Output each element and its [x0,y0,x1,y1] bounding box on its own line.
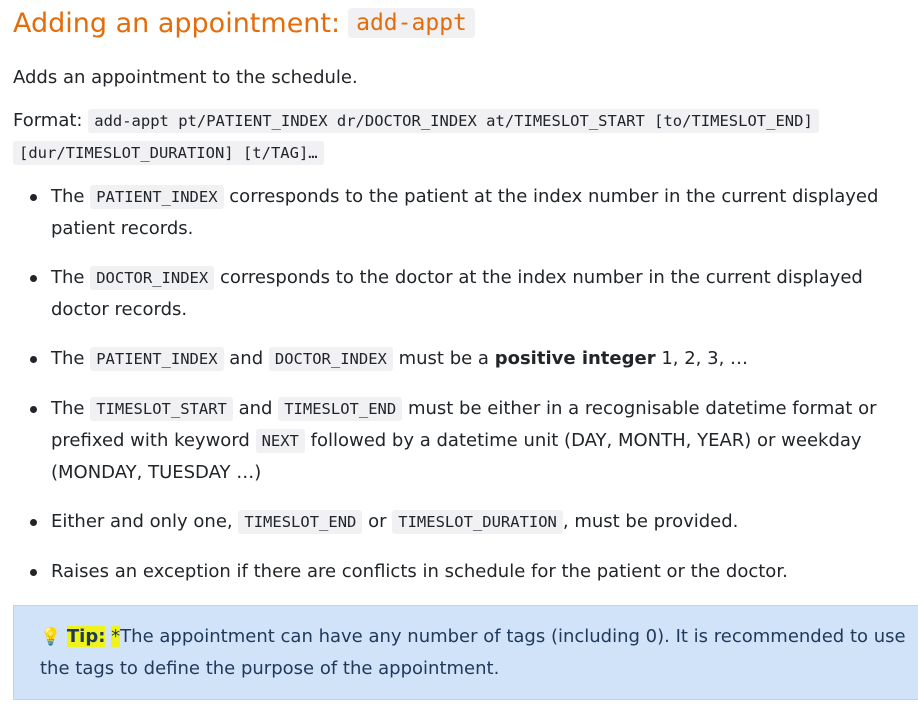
page-title-text: Adding an appointment: [13,7,341,39]
text: must be a [398,348,489,369]
tip-star: * [111,626,121,647]
text: , must be provided. [562,511,739,532]
text: 1, 2, 3, … [661,348,749,369]
text: Either and only one, [51,511,233,532]
format-line: Format: add-appt pt/PATIENT_INDEX dr/DOC… [13,105,913,169]
param-code: DOCTOR_INDEX [268,347,393,371]
text: The [51,348,85,369]
list-item: Either and only one, TIMESLOT_END or TIM… [30,506,913,538]
list-item: The PATIENT_INDEX and DOCTOR_INDEX must … [30,343,913,375]
page-title: Adding an appointment: add-appt [13,0,913,43]
lightbulb-icon: 💡 [40,627,62,647]
format-code-line2: [dur/TIMESLOT_DURATION] [t/TAG]… [13,141,324,165]
text: and [238,398,273,419]
list-item: The PATIENT_INDEX corresponds to the pat… [30,181,913,244]
param-code: PATIENT_INDEX [90,185,224,209]
list-item: Raises an exception if there are conflic… [30,556,913,587]
param-code: DOCTOR_INDEX [90,266,215,290]
list-item: The TIMESLOT_START and TIMESLOT_END must… [30,393,913,488]
param-code: TIMESLOT_END [238,510,363,534]
tip-box: 💡 Tip: *The appointment can have any num… [13,605,918,700]
text: The [51,398,85,419]
keyword-code: NEXT [255,429,305,453]
param-code: TIMESLOT_START [90,397,233,421]
param-code: TIMESLOT_DURATION [392,510,563,534]
text: The [51,267,85,288]
text: and [229,348,264,369]
format-label: Format: [13,110,83,131]
list-item: The DOCTOR_INDEX corresponds to the doct… [30,262,913,325]
description: Adds an appointment to the schedule. [13,67,358,88]
emphasis-text: positive integer [494,348,656,369]
page: Adding an appointment: add-appt Adds an … [0,0,918,700]
tip-label: Tip: [66,626,106,647]
tip-text: The appointment can have any number of t… [40,626,906,679]
command-code: add-appt [348,8,475,38]
notes-list: The PATIENT_INDEX corresponds to the pat… [13,181,913,587]
format-code-line1: add-appt pt/PATIENT_INDEX dr/DOCTOR_INDE… [88,109,819,133]
param-code: PATIENT_INDEX [90,347,224,371]
text: or [368,511,387,532]
text: The [51,186,85,207]
text: Raises an exception if there are conflic… [51,561,788,582]
param-code: TIMESLOT_END [278,397,403,421]
